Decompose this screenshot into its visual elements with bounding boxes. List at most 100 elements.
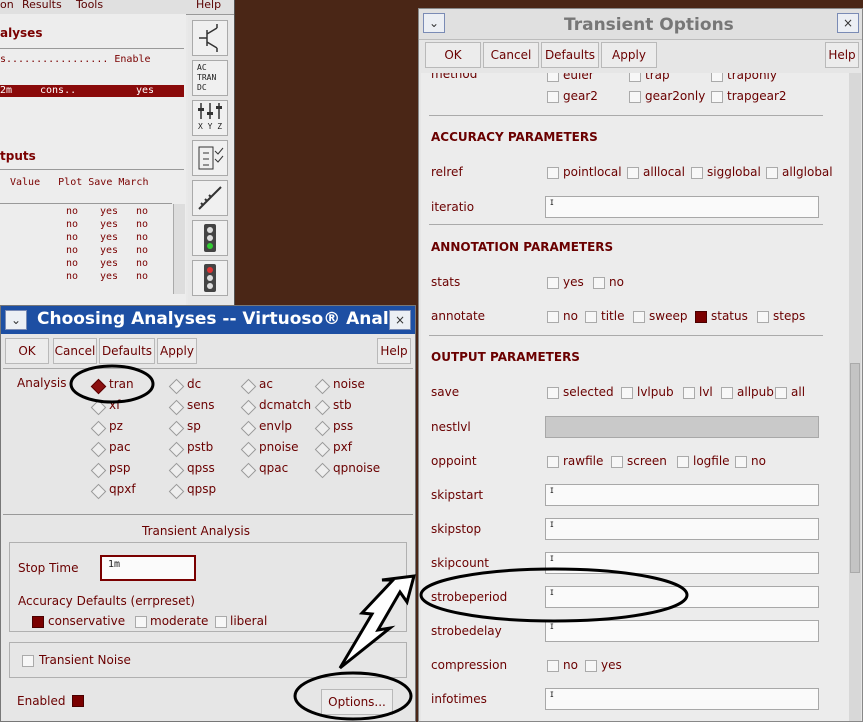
output-march-cell: no xyxy=(136,206,149,217)
window-menu-icon[interactable]: ⌄ xyxy=(5,310,27,330)
oppoint-screen-checkbox[interactable] xyxy=(611,456,623,468)
scrollbar-thumb[interactable] xyxy=(850,363,860,573)
annotate-status-checkbox[interactable] xyxy=(695,311,707,323)
analysis-radio-qpnoise[interactable] xyxy=(314,462,331,479)
analysis-radio-sp[interactable] xyxy=(168,420,185,437)
analysis-radio-dcmatch[interactable] xyxy=(240,399,257,416)
outputs-scrollbar[interactable] xyxy=(173,204,185,294)
window-menu-icon[interactable]: ⌄ xyxy=(423,13,445,33)
menu-help[interactable]: Help xyxy=(196,0,221,11)
options-button[interactable]: Options... xyxy=(321,689,393,715)
analysis-radio-xf[interactable] xyxy=(90,399,107,416)
skipcount-field[interactable]: ɪ xyxy=(545,552,819,574)
stop-time-field[interactable]: 1m xyxy=(100,555,196,581)
apply-button[interactable]: Apply xyxy=(601,42,657,68)
analysis-radio-dc[interactable] xyxy=(168,378,185,395)
stop-simulation-icon[interactable] xyxy=(192,260,228,296)
ok-button[interactable]: OK xyxy=(5,338,49,364)
method-trapgear2-checkbox[interactable] xyxy=(711,91,723,103)
skipstart-field[interactable]: ɪ xyxy=(545,484,819,506)
analysis-radio-qpac[interactable] xyxy=(240,462,257,479)
method-trap-checkbox[interactable] xyxy=(629,73,641,82)
analysis-row-selected[interactable]: 2m cons.. yes xyxy=(0,85,184,97)
cancel-button[interactable]: Cancel xyxy=(483,42,539,68)
infotimes-field[interactable]: ɪ xyxy=(545,688,819,710)
moderate-checkbox[interactable] xyxy=(135,616,147,628)
ok-button[interactable]: OK xyxy=(425,42,481,68)
variables-icon[interactable]: X Y Z xyxy=(192,100,228,136)
conservative-checkbox[interactable] xyxy=(32,616,44,628)
choosing-analyses-title-bar[interactable]: ⌄ Choosing Analyses -- Virtuoso® Anal × xyxy=(1,306,415,334)
stats-yes-checkbox[interactable] xyxy=(547,277,559,289)
oppoint-rawfile-checkbox[interactable] xyxy=(547,456,559,468)
analysis-radio-ac[interactable] xyxy=(240,378,257,395)
apply-button[interactable]: Apply xyxy=(157,338,197,364)
analysis-radio-qpxf[interactable] xyxy=(90,483,107,500)
analysis-radio-pac[interactable] xyxy=(90,441,107,458)
oppoint-no-checkbox[interactable] xyxy=(735,456,747,468)
annotate-steps-checkbox[interactable] xyxy=(757,311,769,323)
transistor-icon[interactable] xyxy=(192,20,228,56)
transient-noise-checkbox[interactable] xyxy=(22,655,34,667)
analysis-radio-pnoise[interactable] xyxy=(240,441,257,458)
stats-no-checkbox[interactable] xyxy=(593,277,605,289)
analysis-radio-pxf[interactable] xyxy=(314,441,331,458)
method-traponly-checkbox[interactable] xyxy=(711,73,723,82)
iteratio-field[interactable]: ɪ xyxy=(545,196,819,218)
help-button[interactable]: Help xyxy=(825,42,859,68)
method-euler-checkbox[interactable] xyxy=(547,73,559,82)
help-button[interactable]: Help xyxy=(377,338,411,364)
liberal-checkbox[interactable] xyxy=(215,616,227,628)
analysis-radio-qpsp[interactable] xyxy=(168,483,185,500)
relref-pointlocal-checkbox[interactable] xyxy=(547,167,559,179)
save-lvlpub-checkbox[interactable] xyxy=(621,387,633,399)
method-gear2-checkbox[interactable] xyxy=(547,91,559,103)
defaults-button[interactable]: Defaults xyxy=(541,42,599,68)
analysis-radio-pstb[interactable] xyxy=(168,441,185,458)
save-all-checkbox[interactable] xyxy=(775,387,787,399)
analysis-radio-stb[interactable] xyxy=(314,399,331,416)
save-allpub-checkbox[interactable] xyxy=(721,387,733,399)
save-selected-checkbox[interactable] xyxy=(547,387,559,399)
analysis-radio-noise[interactable] xyxy=(314,378,331,395)
analysis-radio-psp[interactable] xyxy=(90,462,107,479)
strobeperiod-field[interactable]: ɪ xyxy=(545,586,819,608)
defaults-button[interactable]: Defaults xyxy=(99,338,155,364)
annotate-title-checkbox[interactable] xyxy=(585,311,597,323)
analysis-radio-qpss[interactable] xyxy=(168,462,185,479)
enabled-checkbox[interactable] xyxy=(72,695,84,707)
menu-tools[interactable]: Tools xyxy=(76,0,103,11)
method-gear2only-checkbox[interactable] xyxy=(629,91,641,103)
ade-main-window: on Results Tools Help alyses s..........… xyxy=(0,0,235,310)
annotate-no-checkbox[interactable] xyxy=(547,311,559,323)
compression-yes-checkbox[interactable] xyxy=(585,660,597,672)
compression-no-checkbox[interactable] xyxy=(547,660,559,672)
nestlvl-field[interactable] xyxy=(545,416,819,438)
close-icon[interactable]: × xyxy=(389,310,411,330)
save-lvl-checkbox[interactable] xyxy=(683,387,695,399)
vertical-scrollbar[interactable] xyxy=(849,73,861,721)
oppoint-logfile-checkbox[interactable] xyxy=(677,456,689,468)
analysis-radio-envlp[interactable] xyxy=(240,420,257,437)
analysis-radio-pss[interactable] xyxy=(314,420,331,437)
analysis-radio-tran[interactable] xyxy=(90,378,107,395)
menu-results[interactable]: Results xyxy=(22,0,62,11)
annotate-sweep-checkbox[interactable] xyxy=(633,311,645,323)
relref-allglobal-label: allglobal xyxy=(782,165,833,179)
run-simulation-icon[interactable] xyxy=(192,220,228,256)
probe-icon[interactable] xyxy=(192,180,228,216)
transient-options-title-bar[interactable]: ⌄ Transient Options × xyxy=(419,9,862,40)
relref-sigglobal-checkbox[interactable] xyxy=(691,167,703,179)
netlist-select-icon[interactable] xyxy=(192,140,228,176)
analysis-radio-sens[interactable] xyxy=(168,399,185,416)
menu-simulation[interactable]: on xyxy=(0,0,14,11)
relref-allglobal-checkbox[interactable] xyxy=(766,167,778,179)
choose-analyses-button[interactable]: AC TRAN DC xyxy=(192,60,228,96)
skipstop-field[interactable]: ɪ xyxy=(545,518,819,540)
strobedelay-field[interactable]: ɪ xyxy=(545,620,819,642)
relref-alllocal-checkbox[interactable] xyxy=(627,167,639,179)
close-icon[interactable]: × xyxy=(837,13,859,33)
cancel-button[interactable]: Cancel xyxy=(53,338,97,364)
analysis-radio-pz[interactable] xyxy=(90,420,107,437)
nestlvl-label: nestlvl xyxy=(431,420,471,434)
